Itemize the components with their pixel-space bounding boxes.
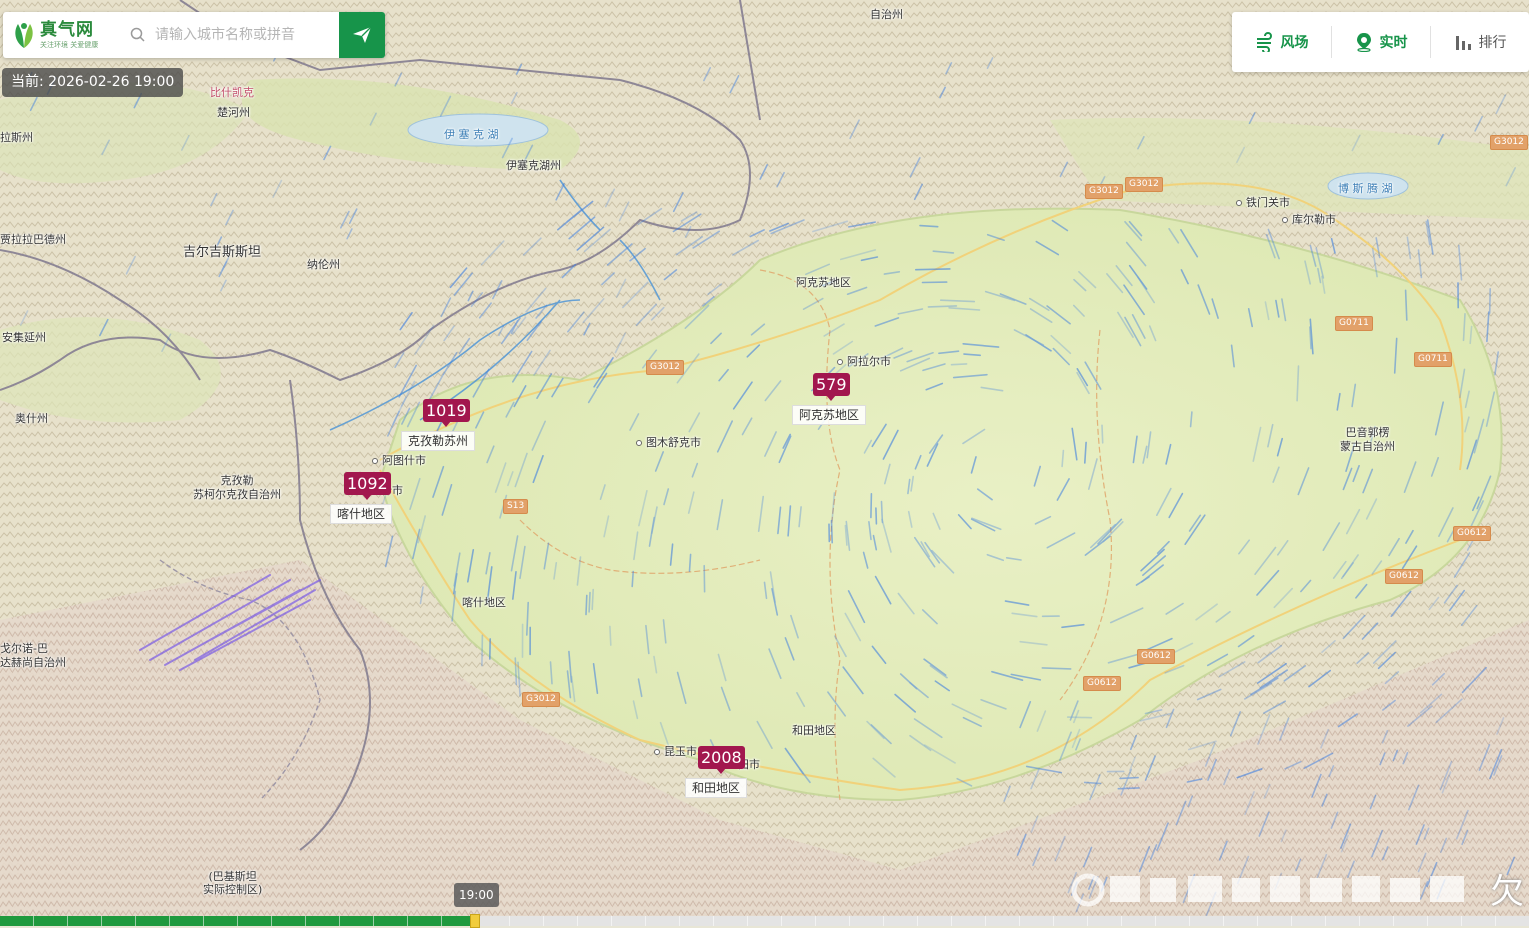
wind-streak xyxy=(610,626,611,645)
ranking-label: 排行 xyxy=(1479,32,1507,52)
road-shield: G0612 xyxy=(1083,676,1121,691)
aqi-marker-hotan[interactable]: 2008 xyxy=(698,746,745,769)
label-naryn: 纳伦州 xyxy=(307,256,340,272)
city-search-input[interactable] xyxy=(153,19,337,51)
label-region-top: 自治州 xyxy=(870,6,903,22)
wind-streak xyxy=(1042,668,1070,669)
label-korla: 库尔勒市 xyxy=(1282,211,1336,227)
wind-streak xyxy=(1085,782,1101,783)
wind-streak xyxy=(515,658,516,684)
wind-streak xyxy=(920,226,938,227)
paper-plane-icon xyxy=(351,24,373,46)
search-icon xyxy=(129,26,147,44)
timeline-current-time: 19:00 xyxy=(454,883,499,907)
wind-streak xyxy=(690,554,691,571)
road-shield: G3012 xyxy=(522,692,560,707)
map-base xyxy=(0,0,1529,926)
map-canvas[interactable] xyxy=(0,0,1529,926)
label-kashi-region: 喀什地区 xyxy=(462,594,506,610)
wind-streak xyxy=(928,306,956,307)
label-artux: 阿图什市 xyxy=(372,452,426,468)
wind-streak xyxy=(882,502,883,523)
road-shield: G0612 xyxy=(1385,569,1423,584)
wind-streak xyxy=(586,595,587,614)
label-talas: 拉斯州 xyxy=(0,129,33,145)
aqi-station-name[interactable]: 和田地区 xyxy=(685,778,747,798)
wind-icon xyxy=(1255,32,1275,52)
label-kunyu: 昆玉市 xyxy=(654,743,697,759)
current-time-label: 当前: 2026-02-26 19:00 xyxy=(2,68,183,97)
wind-streak xyxy=(589,593,590,612)
aqi-value[interactable]: 1019 xyxy=(423,399,470,422)
wind-streak xyxy=(1118,788,1139,789)
logo-title: 真气网 xyxy=(40,22,98,39)
road-shield: G3012 xyxy=(646,360,684,375)
wind-streak xyxy=(952,364,967,365)
road-shield: G0612 xyxy=(1137,649,1175,664)
label-kizilsu: 克孜勒 苏柯尔克孜自治州 xyxy=(193,474,281,502)
road-shield: G3012 xyxy=(1125,177,1163,192)
aqi-marker-aksu[interactable]: 579 xyxy=(813,373,850,396)
timeline-track[interactable] xyxy=(0,916,1529,926)
logo-slogan: 关注环境 关爱健康 xyxy=(40,42,98,49)
aqi-marker-kashgar[interactable]: 1092 xyxy=(344,472,391,495)
road-shield: G0711 xyxy=(1335,316,1373,331)
road-shield: G0612 xyxy=(1453,526,1491,541)
corner-watermark-text: 欠 xyxy=(1490,864,1524,913)
aqi-station-name[interactable]: 克孜勒苏州 xyxy=(401,431,475,451)
wind-streak xyxy=(482,635,483,665)
aqi-marker-kizilsu[interactable]: 1019 xyxy=(423,399,470,422)
wind-streak xyxy=(871,494,872,518)
aqi-station-name[interactable]: 阿克苏地区 xyxy=(792,405,866,425)
road-shield: G3012 xyxy=(1085,184,1123,199)
label-andijan: 安集延州 xyxy=(2,329,46,345)
wind-streak xyxy=(632,572,633,587)
label-kyrgyzstan: 吉尔吉斯斯坦 xyxy=(183,241,261,260)
bar-chart-icon xyxy=(1453,32,1473,52)
realtime-label: 实时 xyxy=(1380,32,1408,52)
wind-streak xyxy=(1102,425,1103,443)
label-bishkek: 比什凯克 xyxy=(210,84,254,100)
label-ysyk-lake: 伊 塞 克 湖 xyxy=(444,126,499,142)
timeline-ticks xyxy=(0,916,1529,926)
wind-streak xyxy=(916,269,950,270)
label-alar: 阿拉尔市 xyxy=(837,353,891,369)
label-osh: 奥什州 xyxy=(15,410,48,426)
aqi-value[interactable]: 1092 xyxy=(344,472,391,495)
label-gorno: 戈尔诺-巴 达赫尚自治州 xyxy=(0,642,66,670)
aqi-value[interactable]: 579 xyxy=(813,373,850,396)
aqi-value[interactable]: 2008 xyxy=(698,746,745,769)
label-aksu-region: 阿克苏地区 xyxy=(796,274,851,290)
wind-field-label: 风场 xyxy=(1281,32,1309,52)
road-shield: G3012 xyxy=(1490,135,1528,150)
label-tumxuk: 图木舒克市 xyxy=(636,434,701,450)
label-chui: 楚河州 xyxy=(217,104,250,120)
wind-streak xyxy=(1490,289,1491,313)
label-bosten: 博 斯 腾 湖 xyxy=(1338,180,1393,196)
label-hotan-region: 和田地区 xyxy=(792,722,836,738)
wind-streak xyxy=(832,521,833,543)
blurred-watermark xyxy=(1070,868,1500,908)
search-submit-button[interactable] xyxy=(339,12,385,58)
aqi-station-name[interactable]: 喀什地区 xyxy=(330,504,392,524)
search-panel: 真气网 关注环境 关爱健康 xyxy=(3,12,385,58)
leaf-logo-icon xyxy=(11,20,37,50)
wind-streak xyxy=(1120,778,1138,779)
realtime-button[interactable]: 实时 xyxy=(1331,12,1430,72)
wind-streak xyxy=(592,590,593,610)
label-pakistan: (巴基斯坦 实际控制区) xyxy=(203,870,262,896)
location-pin-icon xyxy=(1354,32,1374,52)
road-shield: G0711 xyxy=(1414,352,1452,367)
road-shield: S13 xyxy=(503,499,528,514)
label-bayingolin: 巴音郭楞 蒙古自治州 xyxy=(1340,426,1395,454)
ranking-button[interactable]: 排行 xyxy=(1430,12,1529,72)
label-tiemenguan: 铁门关市 xyxy=(1236,194,1290,210)
wind-streak xyxy=(876,508,877,524)
label-ysyk-oblast: 伊塞克湖州 xyxy=(506,157,561,173)
map-toolbar: 风场 实时 排行 xyxy=(1232,12,1529,72)
label-jalal: 贾拉拉巴德州 xyxy=(0,231,66,247)
wind-field-button[interactable]: 风场 xyxy=(1232,12,1331,72)
site-logo[interactable]: 真气网 关注环境 关爱健康 xyxy=(3,12,123,58)
